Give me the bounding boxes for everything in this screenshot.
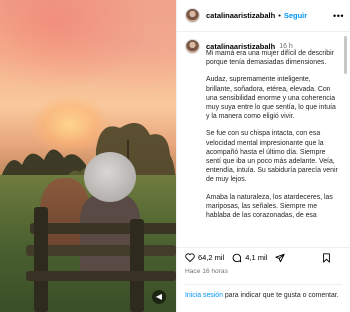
post-detail-panel: catalinaaristizabalh • Seguir ••• catali… bbox=[176, 0, 350, 312]
bookmark-icon bbox=[323, 252, 330, 263]
separator-dot: • bbox=[278, 11, 281, 20]
post-header: catalinaaristizabalh • Seguir ••• bbox=[177, 0, 350, 32]
save-button[interactable] bbox=[322, 252, 334, 263]
post-age: Hace 16 horas bbox=[185, 268, 228, 275]
username-link[interactable]: catalinaaristizabalh bbox=[206, 11, 275, 20]
speaker-muted-icon[interactable]: ◀︎ bbox=[152, 290, 166, 304]
follow-button[interactable]: Seguir bbox=[284, 11, 307, 20]
comment-icon bbox=[232, 253, 242, 262]
avatar[interactable] bbox=[185, 39, 200, 54]
share-button[interactable] bbox=[275, 253, 288, 263]
caption-paragraph: Mi mamá era una mujer difícil de describ… bbox=[206, 50, 334, 67]
like-button[interactable]: 64,2 mil bbox=[185, 253, 224, 262]
login-prompt: Inicia sesión para indicar que te gusta … bbox=[185, 284, 342, 301]
share-icon bbox=[275, 253, 285, 262]
likes-count: 64,2 mil bbox=[198, 253, 225, 262]
older-woman-gray-hair bbox=[84, 152, 136, 202]
login-prompt-text: para indicar que te gusta o comentar. bbox=[222, 292, 339, 299]
login-link[interactable]: Inicia sesión bbox=[185, 292, 223, 299]
caption-paragraph: Audaz, supremamente inteligente, brillan… bbox=[206, 76, 336, 121]
scrollbar-thumb[interactable] bbox=[344, 36, 347, 74]
post-image[interactable]: ◀︎ bbox=[0, 0, 176, 312]
more-options-icon[interactable]: ••• bbox=[333, 11, 344, 21]
sunset-clouds bbox=[0, 0, 176, 110]
caption-paragraph: Se fue con su chispa intacta, con esa ve… bbox=[206, 130, 338, 184]
action-bar: 64,2 mil 4,1 mil bbox=[177, 247, 350, 267]
comments-count: 4,1 mil bbox=[245, 253, 268, 262]
heart-icon bbox=[185, 253, 195, 262]
comment-button[interactable]: 4,1 mil bbox=[232, 253, 267, 263]
avatar[interactable] bbox=[185, 8, 200, 23]
caption-paragraph: Amaba la naturaleza, los atardeceres, la… bbox=[206, 193, 333, 220]
caption-area[interactable]: catalinaaristizabalh 16 h Mi mamá era un… bbox=[177, 33, 350, 241]
